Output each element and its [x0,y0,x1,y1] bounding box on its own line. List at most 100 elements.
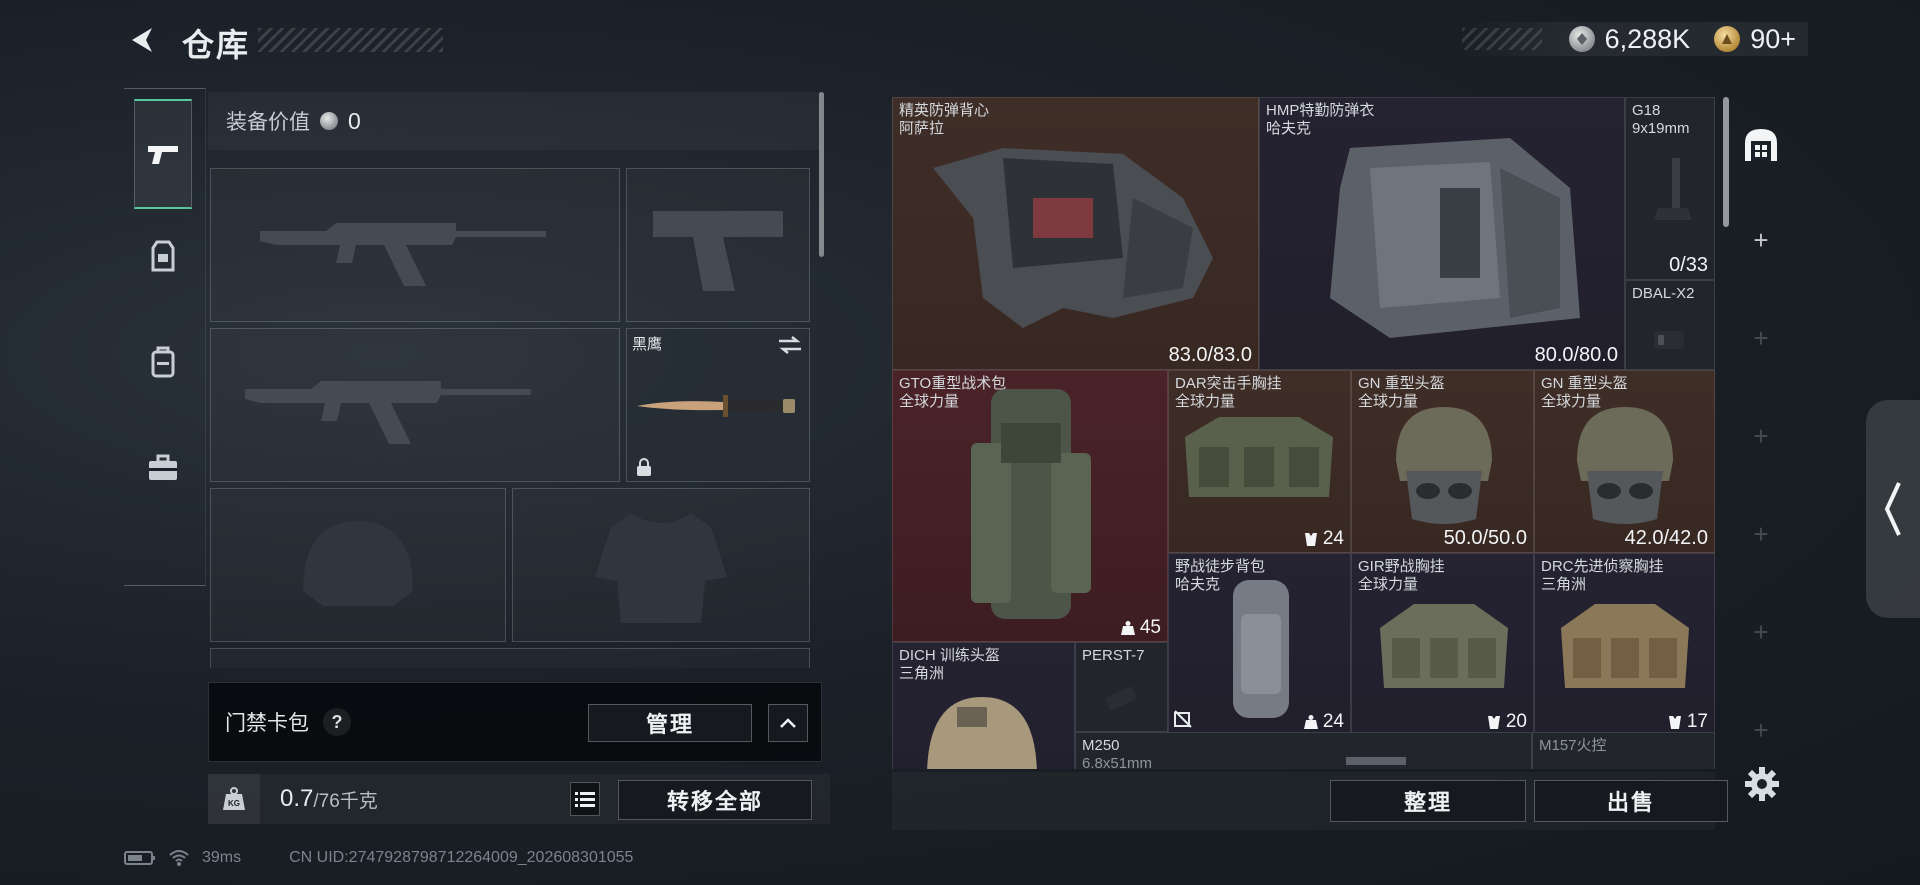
item-origin: 三角洲 [1541,576,1587,593]
stash-item-dar-chest-rig[interactable]: DAR突击手胸挂 全球力量 24 [1168,370,1351,553]
tab-backpack[interactable] [134,307,192,417]
stash-scrollbar[interactable] [1723,97,1729,227]
stash-item-gn-helmet-1[interactable]: GN 重型头盔 全球力量 50.0/50.0 [1351,370,1534,553]
backpack-icon [151,346,175,378]
loadout-icon [151,240,175,272]
chest-rig-icon [1185,417,1333,497]
back-arrow-icon [132,28,152,52]
extra-slot [210,648,810,668]
primary-weapon-slot-2[interactable] [210,328,620,482]
user-uid: CN UID:2747928798712264009_202608301055 [289,849,634,866]
pistol-icon [148,146,178,164]
currency-bar: 6,288K 90+ [1462,22,1808,56]
stash-item-hiking-backpack[interactable]: 野战徒步背包 哈夫克 24 [1168,553,1351,736]
status-bar: 39ms CN UID:2747928798712264009_20260830… [124,846,633,870]
item-capacity: 45 [1120,617,1161,639]
armor-slot[interactable] [512,488,810,642]
item-capacity: 20 [1486,711,1527,733]
settings-button[interactable] [1742,764,1782,804]
equipment-value: 0 [348,107,361,134]
knife-icon [637,395,795,417]
add-stash-tab-icon[interactable]: + [1732,421,1790,452]
stash-item-m250[interactable]: M250 6.8x51mm [1075,732,1532,769]
equipment-value-label: 装备价值 [226,111,310,134]
helmet-icon [1396,407,1492,524]
title-decoration [258,28,443,52]
lock-icon [637,458,651,476]
back-button[interactable] [124,22,160,58]
stash-item-m157[interactable]: M157火控 [1532,732,1715,769]
gold-amount: 90+ [1750,23,1796,54]
item-durability: 80.0/80.0 [1534,344,1618,366]
manage-button[interactable]: 管理 [588,704,752,742]
vest-icon [1330,138,1580,338]
ping-value: 39ms [202,849,242,866]
stash-grid: 精英防弹背心 阿萨拉 83.0/83.0 HMP特勤防弹衣 哈夫克 80.0/80.… [892,97,1715,769]
side-panel-handle[interactable] [1866,400,1920,618]
add-stash-tab-icon[interactable]: + [1732,519,1790,550]
rifle-silhouette-icon [260,223,546,286]
chest-rig-small-icon [1668,716,1681,729]
sort-button[interactable]: 整理 [1330,780,1526,822]
add-stash-tab-icon[interactable]: + [1732,715,1790,746]
primary-weapon-slot-1[interactable] [210,168,620,322]
item-name: 精英防弹背心 [899,102,990,119]
tab-equipment[interactable] [134,201,192,311]
swap-icon[interactable] [777,335,803,355]
item-origin: 三角洲 [899,665,945,682]
stash-item-g18[interactable]: G18 9x19mm 0/33 [1625,97,1715,280]
help-icon[interactable]: ? [323,708,351,736]
stash-item-dbal-x2[interactable]: DBAL-X2 [1625,280,1715,370]
weight-icon [1303,715,1318,729]
item-name: M250 [1082,737,1120,754]
equipment-value-bar: 装备价值 0 [208,92,820,150]
gear-icon [1745,767,1779,801]
item-name: GN 重型头盔 [1358,375,1445,392]
vest-icon [933,148,1213,328]
stash-item-drc-chest-rig[interactable]: DRC先进侦察胸挂 三角洲 17 [1534,553,1715,736]
stash-main-tab[interactable] [1741,125,1781,165]
stash-item-elite-vest[interactable]: 精英防弹背心 阿萨拉 83.0/83.0 [892,97,1259,370]
stash-item-hmp-vest[interactable]: HMP特勤防弹衣 哈夫克 80.0/80.0 [1259,97,1625,370]
item-durability: 50.0/50.0 [1443,527,1527,549]
tab-supplies[interactable] [134,413,192,523]
sell-button[interactable]: 出售 [1534,780,1728,822]
item-name: DRC先进侦察胸挂 [1541,558,1664,575]
stash-item-gto-backpack[interactable]: GTO重型战术包 全球力量 45 [892,370,1168,642]
item-name: M157火控 [1539,737,1607,754]
item-capacity: 17 [1667,711,1708,733]
stash-item-dich-helmet[interactable]: DICH 训练头盔 三角洲 [892,642,1075,769]
stash-item-perst-7[interactable]: PERST-7 [1075,642,1168,732]
collapse-button[interactable] [768,704,808,742]
loadout-scrollbar[interactable] [819,92,824,257]
item-durability: 83.0/83.0 [1168,344,1252,366]
list-view-button[interactable] [570,782,600,816]
add-stash-tab-icon[interactable]: + [1732,323,1790,354]
item-name: PERST-7 [1082,647,1145,664]
melee-slot[interactable]: 黑鹰 [626,328,810,482]
sidearm-slot[interactable] [626,168,810,322]
stash-item-gir-chest-rig[interactable]: GIR野战胸挂 全球力量 20 [1351,553,1534,736]
rifle-silhouette-icon [245,381,531,444]
stash-item-gn-helmet-2[interactable]: GN 重型头盔 全球力量 42.0/42.0 [1534,370,1715,553]
rifle-icon [1346,757,1406,765]
laser-sight-icon [1654,331,1684,349]
transfer-all-button[interactable]: 转移全部 [618,780,812,820]
item-caliber: 6.8x51mm [1082,755,1153,769]
silver-coin-icon [1568,26,1595,52]
laser-sight-icon [1105,686,1137,711]
chest-rig-small-icon [1487,716,1500,729]
no-insurance-icon [1174,710,1192,728]
wifi-icon [169,850,189,866]
helmet-silhouette-icon [303,521,413,606]
weight-current: 0.7 [280,785,314,812]
item-name: GN 重型头盔 [1541,375,1628,392]
item-origin: 全球力量 [1358,576,1419,593]
page-title: 仓库 [182,27,251,63]
helmet-slot[interactable] [210,488,506,642]
stash-side-rail: + + + + + + [1732,97,1790,769]
item-name: DAR突击手胸挂 [1175,375,1282,392]
add-stash-tab-icon[interactable]: + [1732,617,1790,648]
add-stash-tab-icon[interactable]: + [1732,225,1790,256]
tab-weapons[interactable] [134,99,192,209]
